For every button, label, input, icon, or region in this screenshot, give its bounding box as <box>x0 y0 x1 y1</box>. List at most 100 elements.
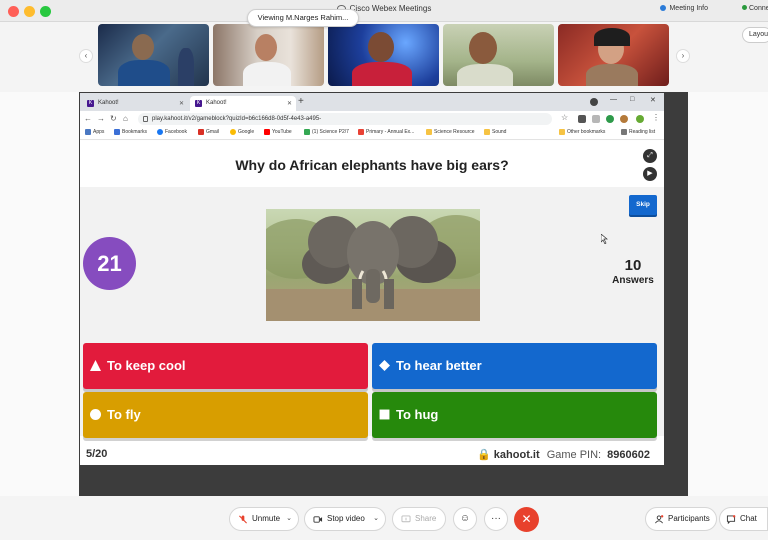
stop-video-button[interactable]: Stop video ⌄ <box>304 507 386 531</box>
star-icon <box>114 129 120 135</box>
chevron-right-icon: › <box>681 51 685 60</box>
avatar <box>255 34 277 61</box>
answers-label: Answers <box>612 275 654 286</box>
participant-video[interactable] <box>443 24 554 86</box>
square-icon <box>379 409 390 420</box>
layout-button[interactable]: Layout <box>742 27 768 43</box>
skip-button[interactable]: Skip <box>629 195 657 215</box>
participant-body <box>243 62 291 86</box>
bookmark-item[interactable]: Apps <box>85 129 104 135</box>
close-tab-icon[interactable]: ✕ <box>179 100 184 107</box>
lock-icon <box>143 116 148 122</box>
extension-icon[interactable] <box>636 115 644 123</box>
browser-tab[interactable]: K Kahoot! ✕ <box>82 96 188 111</box>
unmute-button[interactable]: Unmute ⌄ <box>229 507 299 531</box>
primary-icon <box>358 129 364 135</box>
sound-icon[interactable]: ▶ <box>643 167 657 181</box>
bookmark-item[interactable]: Google <box>230 129 254 135</box>
participant-strip: ‹ › Layout <box>0 22 768 92</box>
connection-status: Connected <box>742 5 768 12</box>
folder-icon <box>559 129 565 135</box>
bookmark-item[interactable]: Gmail <box>198 129 219 135</box>
participant-video[interactable] <box>213 24 324 86</box>
answer-option-blue[interactable]: To hear better <box>372 343 657 389</box>
window-title: Cisco Webex Meetings <box>0 4 768 13</box>
strip-prev-button[interactable]: ‹ <box>79 49 93 63</box>
bookmark-item[interactable]: Facebook <box>157 129 187 135</box>
lock-icon: 🔒 <box>477 449 491 461</box>
more-options-button[interactable]: ··· <box>484 507 508 531</box>
bookmark-item[interactable]: Reading list <box>621 129 655 135</box>
meeting-info-button[interactable]: Meeting Info <box>660 5 708 12</box>
kahoot-footer: 5/20 🔒 kahoot.it Game PIN: 8960602 <box>80 443 664 465</box>
site-name: kahoot.it <box>493 449 540 461</box>
participant-body <box>352 62 412 86</box>
extension-icon[interactable] <box>606 115 614 123</box>
bookmark-item[interactable]: Sound <box>484 129 506 135</box>
share-button[interactable]: Share <box>392 507 446 531</box>
info-icon <box>660 5 667 11</box>
chevron-left-icon: ‹ <box>84 51 88 60</box>
answers-count: 10 <box>624 257 642 274</box>
answer-option-green[interactable]: To hug <box>372 392 657 438</box>
extension-icon[interactable] <box>592 115 600 123</box>
participants-button[interactable]: Participants <box>645 507 717 531</box>
participant-video[interactable] <box>328 24 439 86</box>
bookmark-item[interactable]: Other bookmarks <box>559 129 605 135</box>
answer-option-yellow[interactable]: To fly <box>83 392 368 438</box>
maximize-icon[interactable]: □ <box>630 96 634 103</box>
bookmark-item[interactable]: Bookmarks <box>114 129 147 135</box>
answer-option-red[interactable]: To keep cool <box>83 343 368 389</box>
profile-dot-icon[interactable] <box>590 98 598 106</box>
bookmark-item[interactable]: YouTube <box>264 129 292 135</box>
forward-icon[interactable]: → <box>97 114 105 123</box>
profile-avatar[interactable] <box>620 115 628 123</box>
webex-titlebar: Cisco Webex Meetings Meeting Info Connec… <box>0 0 768 22</box>
home-icon[interactable]: ⌂ <box>123 114 128 123</box>
browser-tab-active[interactable]: K Kahoot! ✕ <box>190 96 296 111</box>
bookmark-item[interactable]: Primary - Annual Ex... <box>358 129 414 135</box>
new-tab-button[interactable]: + <box>298 96 304 107</box>
share-screen-icon <box>401 515 411 523</box>
menu-dots-icon[interactable]: ⋮ <box>652 113 660 122</box>
kahoot-favicon-icon: K <box>195 100 202 107</box>
folder-icon <box>426 129 432 135</box>
apps-icon <box>85 129 91 135</box>
headphones <box>594 28 630 46</box>
chat-button[interactable]: Chat <box>719 507 768 531</box>
meeting-controls: Unmute ⌄ Stop video ⌄ Share ☺ ··· ✕ Part… <box>0 496 768 540</box>
question-title: Why do African elephants have big ears? <box>235 157 509 173</box>
bookmark-star-icon[interactable]: ☆ <box>561 113 568 122</box>
fullscreen-icon[interactable]: ⤢ <box>643 149 657 163</box>
reading-list-icon <box>621 129 627 135</box>
avatar <box>368 32 394 62</box>
participant-video[interactable] <box>98 24 209 86</box>
extension-icon[interactable] <box>578 115 586 123</box>
minimize-icon[interactable]: — <box>610 96 617 103</box>
url-input[interactable]: play.kahoot.it/v2/gameblock?quizId=b6c16… <box>138 113 552 125</box>
leave-meeting-button[interactable]: ✕ <box>514 507 539 532</box>
mouse-cursor-icon <box>601 234 608 244</box>
close-tab-icon[interactable]: ✕ <box>287 100 292 107</box>
reload-icon[interactable]: ↻ <box>110 114 117 123</box>
close-icon[interactable]: ✕ <box>650 96 656 104</box>
chevron-down-icon[interactable]: ⌄ <box>286 508 292 530</box>
question-progress: 5/20 <box>86 448 108 460</box>
bookmark-item[interactable]: Science Resource <box>426 129 475 135</box>
smiley-icon: ☺ <box>459 513 471 524</box>
participant-video[interactable] <box>558 24 669 86</box>
bookmark-item[interactable]: (1) Science P2/7 <box>304 129 349 135</box>
strip-next-button[interactable]: › <box>676 49 690 63</box>
participant-body <box>118 60 170 86</box>
elephant-illustration <box>266 215 480 321</box>
browser-tabbar: K Kahoot! ✕ K Kahoot! ✕ + — □ ✕ <box>80 93 664 111</box>
diamond-icon <box>379 360 390 371</box>
chevron-down-icon[interactable]: ⌄ <box>373 508 379 530</box>
reactions-button[interactable]: ☺ <box>453 507 477 531</box>
back-icon[interactable]: ← <box>84 114 92 123</box>
muted-mic-icon <box>239 515 247 524</box>
circle-icon <box>90 409 101 420</box>
participant-body <box>178 48 194 86</box>
participants-icon <box>655 515 664 524</box>
chat-bubble-icon <box>726 515 736 524</box>
